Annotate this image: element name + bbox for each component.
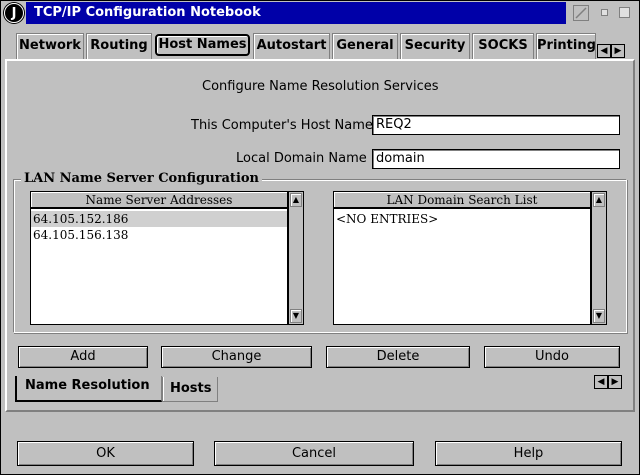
name-server-list[interactable]: Name Server Addresses 64.105.152.186 64.…: [30, 191, 288, 325]
ok-button[interactable]: OK: [17, 441, 194, 466]
tabs-scroll-left-icon[interactable]: ◀: [597, 44, 611, 58]
add-button[interactable]: Add: [18, 346, 148, 368]
tab-host-names[interactable]: Host Names: [155, 34, 250, 56]
tab-socks[interactable]: SOCKS: [472, 33, 534, 59]
help-button[interactable]: Help: [435, 441, 622, 466]
tab-general[interactable]: General: [332, 33, 398, 59]
domain-field[interactable]: domain: [372, 149, 620, 169]
minimize-icon: [601, 9, 608, 16]
domain-label: Local Domain Name: [236, 151, 367, 166]
subtabs-scroll-left-icon[interactable]: ◀: [594, 375, 608, 389]
scroll-down-icon[interactable]: ▼: [593, 309, 605, 323]
system-menu-icon[interactable]: J: [4, 3, 24, 23]
cancel-button[interactable]: Cancel: [214, 441, 414, 466]
tabs-scroll-right-icon[interactable]: ▶: [611, 44, 625, 58]
group-title: LAN Name Server Configuration: [21, 171, 263, 186]
host-name-label: This Computer's Host Name: [191, 118, 373, 133]
subtab-hosts-label: Hosts: [170, 381, 212, 396]
tab-security[interactable]: Security: [400, 33, 470, 59]
tab-network[interactable]: Network: [16, 33, 84, 59]
maximize-button[interactable]: [617, 5, 633, 21]
tab-autostart[interactable]: Autostart: [253, 33, 330, 59]
subtab-hosts[interactable]: Hosts: [162, 377, 218, 402]
tab-routing[interactable]: Routing: [86, 33, 152, 59]
change-button[interactable]: Change: [161, 346, 312, 368]
maximize-icon: [619, 7, 630, 18]
undo-button[interactable]: Undo: [484, 346, 620, 368]
window-title: TCP/IP Configuration Notebook: [26, 2, 566, 24]
list-item[interactable]: 64.105.156.138: [31, 227, 287, 243]
name-server-scrollbar[interactable]: ▲ ▼: [288, 191, 304, 325]
scroll-down-icon[interactable]: ▼: [290, 309, 302, 323]
domain-search-list[interactable]: LAN Domain Search List <NO ENTRIES>: [333, 191, 591, 325]
hide-button[interactable]: [573, 5, 589, 21]
minimize-button[interactable]: [597, 5, 613, 21]
scroll-up-icon[interactable]: ▲: [593, 193, 605, 207]
page-heading: Configure Name Resolution Services: [202, 79, 439, 94]
domain-search-scrollbar[interactable]: ▲ ▼: [591, 191, 607, 325]
subtabs-scroll-right-icon[interactable]: ▶: [608, 375, 622, 389]
tab-printing[interactable]: Printing: [536, 33, 596, 59]
subtab-name-resolution-label: Name Resolution: [25, 378, 150, 393]
host-name-field[interactable]: REQ2: [372, 115, 620, 135]
delete-button[interactable]: Delete: [326, 346, 470, 368]
hide-icon: [575, 7, 587, 19]
scroll-up-icon[interactable]: ▲: [290, 193, 302, 207]
list-item[interactable]: 64.105.152.186: [31, 211, 287, 227]
subtab-name-resolution[interactable]: Name Resolution: [15, 376, 162, 402]
list-item[interactable]: <NO ENTRIES>: [334, 211, 590, 227]
name-server-list-header: Name Server Addresses: [31, 192, 287, 209]
domain-search-list-header: LAN Domain Search List: [334, 192, 590, 209]
